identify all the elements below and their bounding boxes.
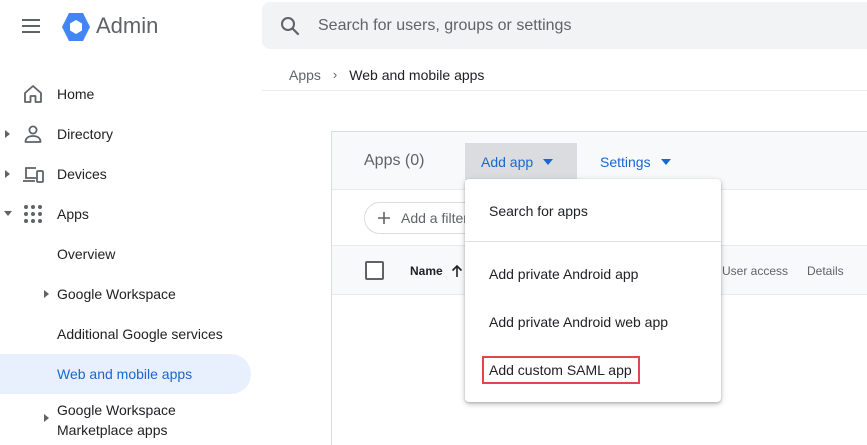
sidebar-item-label: Google Workspace — [57, 286, 176, 302]
hamburger-icon — [22, 19, 40, 33]
settings-label: Settings — [600, 153, 651, 170]
breadcrumb-divider — [262, 90, 867, 91]
sidebar-item-label: Home — [57, 86, 95, 102]
search-bar[interactable] — [262, 2, 867, 49]
breadcrumb-separator: › — [332, 67, 338, 82]
column-header-details[interactable]: Details — [807, 264, 844, 278]
sidebar-item-additional-google-services[interactable]: Additional Google services — [0, 314, 251, 354]
add-app-menu: Search for apps Add private Android app … — [465, 179, 721, 402]
add-app-label: Add app — [481, 153, 534, 170]
person-icon — [24, 125, 42, 143]
menu-item-search-for-apps[interactable]: Search for apps — [465, 191, 721, 231]
sidebar-item-directory[interactable]: Directory — [0, 114, 251, 154]
menu-divider — [465, 241, 721, 242]
breadcrumb-apps-link[interactable]: Apps — [289, 66, 321, 84]
add-app-button[interactable]: Add app — [465, 143, 577, 180]
sidebar-item-label: Directory — [57, 126, 114, 142]
sidebar-item-label: Devices — [57, 166, 107, 182]
filter-label: Add a filter — [401, 210, 468, 226]
select-all-checkbox[interactable] — [365, 261, 384, 280]
sidebar-item-label: Apps — [57, 206, 89, 222]
menu-item-add-custom-saml-app[interactable]: Add custom SAML app — [465, 350, 721, 390]
sidebar-item-google-workspace[interactable]: Google Workspace — [0, 274, 251, 314]
menu-item-add-private-android-web-app[interactable]: Add private Android web app — [465, 302, 721, 342]
home-icon — [24, 85, 42, 103]
apps-count: Apps (0) — [364, 152, 425, 169]
sidebar-item-overview[interactable]: Overview — [0, 234, 251, 274]
sidebar-item-devices[interactable]: Devices — [0, 154, 251, 194]
sidebar-item-label: Google Workspace — [57, 402, 176, 418]
sort-arrow-up-icon — [451, 264, 462, 277]
column-header-name[interactable]: Name — [410, 264, 463, 278]
sidebar-item-label: Marketplace apps — [57, 422, 168, 438]
search-input[interactable] — [318, 10, 838, 42]
search-icon[interactable] — [278, 14, 302, 38]
caret-right-icon[interactable] — [5, 170, 11, 178]
breadcrumb-current: Web and mobile apps — [349, 67, 485, 83]
sidebar-item-google-workspace-marketplace-apps[interactable]: Google Workspace Marketplace apps — [0, 398, 251, 438]
sidebar-item-label: Additional Google services — [57, 326, 223, 342]
dropdown-arrow-icon — [660, 158, 671, 165]
grid-icon — [24, 205, 42, 223]
main-menu-button[interactable] — [16, 14, 46, 38]
app-title: Admin — [96, 13, 159, 38]
sidebar-item-home[interactable]: Home — [0, 74, 251, 114]
sidebar-item-label: Web and mobile apps — [57, 366, 193, 382]
dropdown-arrow-icon — [543, 158, 554, 165]
caret-right-icon[interactable] — [44, 290, 50, 298]
menu-item-add-private-android-app[interactable]: Add private Android app — [465, 254, 721, 294]
caret-right-icon[interactable] — [44, 414, 50, 422]
sidebar-item-web-and-mobile-apps[interactable]: Web and mobile apps — [0, 354, 251, 394]
column-header-user-access[interactable]: User access — [722, 264, 788, 278]
caret-right-icon[interactable] — [5, 130, 11, 138]
settings-button[interactable]: Settings — [600, 143, 671, 180]
devices-icon — [23, 167, 44, 183]
caret-down-icon[interactable] — [4, 211, 12, 217]
plus-icon — [378, 212, 390, 224]
column-name-label: Name — [410, 264, 443, 278]
google-admin-logo-icon[interactable] — [60, 11, 92, 43]
sidebar-item-label: Overview — [57, 246, 116, 262]
breadcrumb: Apps › Web and mobile apps — [289, 66, 484, 84]
sidebar-item-apps[interactable]: Apps — [0, 194, 251, 234]
